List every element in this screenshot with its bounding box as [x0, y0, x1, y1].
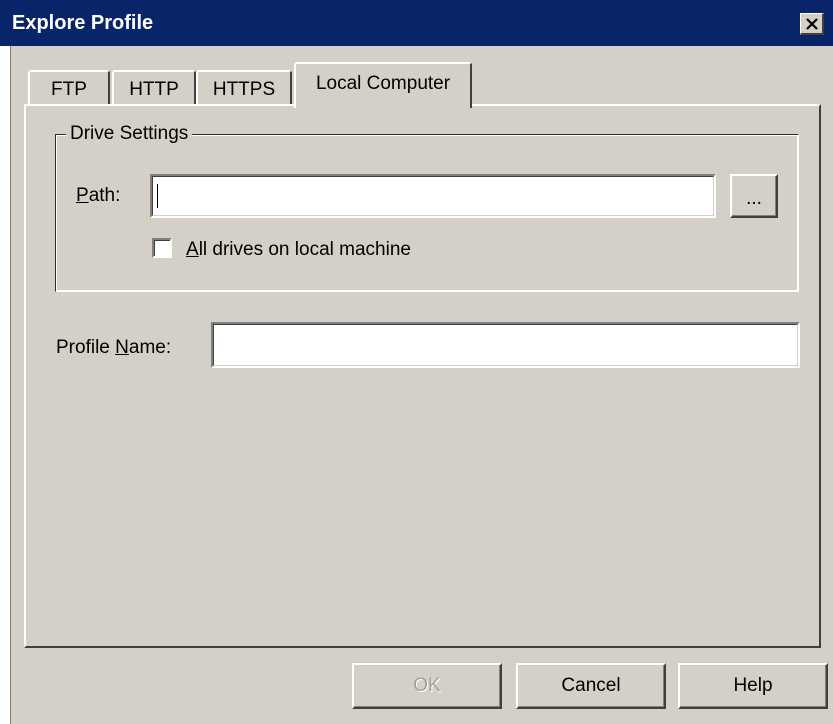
browse-button[interactable]: ... [730, 174, 778, 218]
close-button[interactable] [800, 13, 824, 35]
path-input[interactable] [156, 180, 710, 212]
text-caret [157, 184, 158, 208]
ok-button[interactable]: OK [352, 663, 502, 709]
cancel-button[interactable]: Cancel [516, 663, 666, 709]
profile-name-field[interactable] [211, 322, 800, 368]
tab-http-label: HTTP [129, 79, 179, 100]
tab-http[interactable]: HTTP [112, 70, 196, 106]
all-drives-checkbox[interactable] [152, 238, 172, 258]
window-left-border [0, 46, 10, 724]
profile-name-label-rest: ame: [128, 337, 172, 358]
tab-https[interactable]: HTTPS [196, 70, 292, 106]
path-label: Path: [76, 185, 120, 207]
tab-local-computer-label: Local Computer [315, 73, 451, 94]
window-title: Explore Profile [12, 12, 154, 34]
help-button[interactable]: Help [678, 663, 828, 709]
all-drives-label-accel: A [186, 239, 199, 260]
profile-name-label-accel: N [115, 337, 129, 358]
cancel-button-label: Cancel [561, 675, 621, 696]
tab-ftp[interactable]: FTP [28, 70, 110, 106]
profile-name-input[interactable] [217, 328, 794, 362]
ok-button-label: OK [413, 675, 441, 696]
window-left-border-shadow [10, 46, 11, 724]
browse-button-label: ... [746, 188, 762, 210]
close-icon [806, 18, 818, 30]
all-drives-label-rest: ll drives on local machine [198, 239, 411, 260]
title-bar[interactable]: Explore Profile [0, 0, 833, 46]
path-label-rest: ath: [88, 185, 121, 206]
drive-settings-legend: Drive Settings [66, 123, 193, 145]
tab-local-computer[interactable]: Local Computer [294, 62, 472, 108]
path-field[interactable] [150, 174, 716, 218]
all-drives-label[interactable]: All drives on local machine [186, 239, 411, 261]
tab-ftp-label: FTP [51, 79, 87, 100]
help-button-label: Help [733, 675, 773, 696]
profile-name-label-prefix: Profile [56, 337, 116, 358]
explore-profile-dialog: Explore Profile FTP HTTP HTTPS Local Com… [0, 0, 833, 724]
path-label-accel: P [76, 185, 89, 206]
profile-name-label: Profile Name: [56, 337, 171, 359]
tab-https-label: HTTPS [212, 79, 276, 100]
